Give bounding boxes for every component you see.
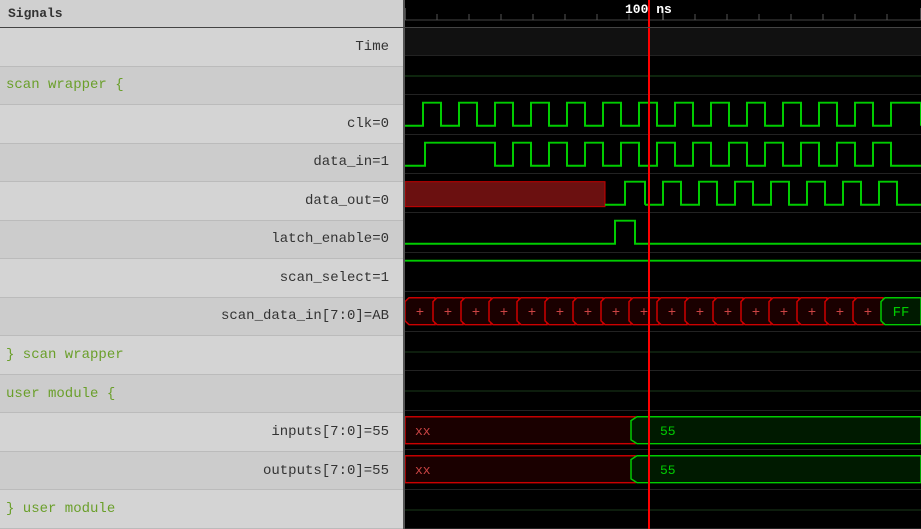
svg-text:+: + bbox=[472, 307, 480, 322]
time-header: 100 ns bbox=[405, 0, 921, 27]
signal-row-scan-select: scan_select=1 bbox=[0, 259, 403, 298]
signal-row-scan-wrapper-close: } scan wrapper bbox=[0, 336, 403, 375]
waveform-row-data-out bbox=[405, 174, 921, 213]
waveform-row-outputs: xx 55 bbox=[405, 450, 921, 489]
signals-label: Signals bbox=[8, 6, 63, 21]
waveform-row-clk bbox=[405, 95, 921, 134]
waveform-row-data-in bbox=[405, 135, 921, 174]
signal-scan-wrapper-close: } scan wrapper bbox=[0, 347, 395, 363]
svg-text:+: + bbox=[836, 307, 844, 322]
signal-row-data-out: data_out=0 bbox=[0, 182, 403, 221]
signal-user-module-open: user module { bbox=[0, 386, 395, 402]
waveform-row-time bbox=[405, 28, 921, 56]
svg-text:+: + bbox=[808, 307, 816, 322]
signal-row-scan-data-in: scan_data_in[7:0]=AB bbox=[0, 298, 403, 337]
signal-row-user-module-open: user module { bbox=[0, 375, 403, 414]
svg-text:55: 55 bbox=[660, 424, 676, 439]
signal-scan-select: scan_select=1 bbox=[0, 270, 395, 286]
svg-text:+: + bbox=[416, 307, 424, 322]
signal-row-latch-enable: latch_enable=0 bbox=[0, 221, 403, 260]
signal-data-in: data_in=1 bbox=[0, 154, 395, 170]
signal-outputs: outputs[7:0]=55 bbox=[0, 463, 395, 479]
svg-text:+: + bbox=[752, 307, 760, 322]
waveform-row-scan-select bbox=[405, 253, 921, 292]
svg-text:+: + bbox=[444, 307, 452, 322]
svg-text:+: + bbox=[724, 307, 732, 322]
waveform-row-user-module-close bbox=[405, 490, 921, 529]
svg-text:xx: xx bbox=[415, 463, 431, 478]
svg-text:+: + bbox=[780, 307, 788, 322]
svg-text:+: + bbox=[556, 307, 564, 322]
main-content: Time scan wrapper { clk=0 data_in=1 data… bbox=[0, 28, 921, 529]
svg-text:+: + bbox=[612, 307, 620, 322]
signal-scan-data-in: scan_data_in[7:0]=AB bbox=[0, 308, 395, 324]
signal-inputs: inputs[7:0]=55 bbox=[0, 424, 395, 440]
svg-text:+: + bbox=[696, 307, 704, 322]
signal-user-module-close: } user module bbox=[0, 501, 395, 517]
signal-clk: clk=0 bbox=[0, 116, 395, 132]
signal-row-data-in: data_in=1 bbox=[0, 144, 403, 183]
signal-time: Time bbox=[0, 39, 395, 55]
signal-data-out: data_out=0 bbox=[0, 193, 395, 209]
waveform-row-scan-wrapper-close bbox=[405, 332, 921, 371]
svg-text:+: + bbox=[668, 307, 676, 322]
signals-panel: Time scan wrapper { clk=0 data_in=1 data… bbox=[0, 28, 405, 529]
waveform-row-inputs: xx 55 bbox=[405, 411, 921, 450]
signal-latch-enable: latch_enable=0 bbox=[0, 231, 395, 247]
signal-row-inputs: inputs[7:0]=55 bbox=[0, 413, 403, 452]
cursor-line bbox=[648, 28, 650, 529]
svg-text:xx: xx bbox=[415, 424, 431, 439]
signals-header: Signals bbox=[0, 0, 405, 27]
svg-text:+: + bbox=[528, 307, 536, 322]
waveform-panel[interactable]: + + + + + + + + + + + + + + + + + bbox=[405, 28, 921, 529]
signal-row-clk: clk=0 bbox=[0, 105, 403, 144]
svg-text:+: + bbox=[864, 307, 872, 322]
waveform-row-scan-data-in: + + + + + + + + + + + + + + + + + bbox=[405, 292, 921, 331]
top-bar: Signals 100 ns bbox=[0, 0, 921, 28]
signal-row-scan-wrapper-open: scan wrapper { bbox=[0, 67, 403, 106]
svg-text:FF: FF bbox=[893, 307, 910, 322]
signal-scan-wrapper-open: scan wrapper { bbox=[0, 77, 395, 93]
signal-row-outputs: outputs[7:0]=55 bbox=[0, 452, 403, 491]
waveform-row-user-module-label bbox=[405, 371, 921, 410]
signal-row-user-module-close: } user module bbox=[0, 490, 403, 529]
svg-text:+: + bbox=[584, 307, 592, 322]
waveform-row-latch-enable bbox=[405, 213, 921, 252]
svg-text:+: + bbox=[500, 307, 508, 322]
signal-row-time: Time bbox=[0, 28, 403, 67]
svg-text:55: 55 bbox=[660, 463, 676, 478]
waveform-row-scan-wrapper-label bbox=[405, 56, 921, 95]
